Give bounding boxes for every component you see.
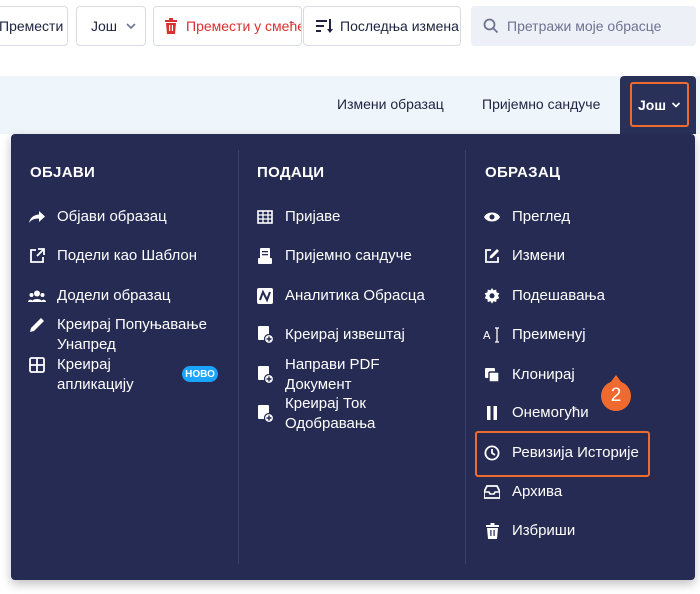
revision-history-highlight <box>475 431 650 477</box>
search-icon <box>483 18 499 34</box>
chevron-down-icon <box>671 101 681 108</box>
column-divider <box>238 150 239 564</box>
menu-item-settings[interactable]: Подешавања <box>482 286 605 306</box>
menu-item-share-template[interactable]: Подели као Шаблон <box>27 246 197 266</box>
menu-item-create-report[interactable]: Креирај извештај <box>255 325 405 345</box>
form-section-title: ОБРАЗАЦ <box>485 164 561 181</box>
pdf-add-icon <box>255 365 275 385</box>
search-placeholder: Претражи моје обрасце <box>507 18 662 34</box>
more-menu-label: Још <box>637 96 666 113</box>
edit-icon <box>482 246 502 266</box>
gear-icon <box>482 286 502 306</box>
menu-item-preview[interactable]: Преглед <box>482 207 570 227</box>
menu-item-rename[interactable]: A Преименуј <box>482 325 586 345</box>
toolbar: Премести у Још Премести у смеће Последња… <box>0 0 700 56</box>
page: Премести у Још Премести у смеће Последња… <box>0 0 700 594</box>
inbox-tray-icon <box>255 246 275 266</box>
menu-item-inbox[interactable]: Пријемно сандуче <box>255 246 412 266</box>
search-input[interactable]: Претражи моје обрасце <box>471 6 696 46</box>
sort-last-edit-button[interactable]: Последња измена <box>303 6 461 46</box>
approval-flow-icon <box>255 404 275 424</box>
menu-item-archive[interactable]: Архива <box>482 482 562 502</box>
menu-item-create-app[interactable]: Креирај апликацију <box>27 355 177 395</box>
svg-text:A: A <box>483 329 491 342</box>
menu-item-create-prefill[interactable]: Креирај Попуњавање Унапред <box>27 315 227 355</box>
move-to-trash-button[interactable]: Премести у смеће <box>153 6 302 46</box>
sort-last-edit-label: Последња измена <box>340 18 459 34</box>
report-add-icon <box>255 325 275 345</box>
analytics-icon <box>255 286 275 306</box>
new-badge: НОВО <box>182 366 218 382</box>
menu-item-form-analytics[interactable]: Аналитика Обрасца <box>255 286 425 306</box>
menu-item-create-approval-flow[interactable]: Креирај Ток Одобравања <box>255 394 405 434</box>
data-section-title: ПОДАЦИ <box>257 164 325 181</box>
menu-item-submissions[interactable]: Пријаве <box>255 207 340 227</box>
menu-item-disable[interactable]: Онемогући <box>482 403 589 423</box>
menu-item-delete[interactable]: Избриши <box>482 521 575 541</box>
move-to-trash-label: Премести у смеће <box>186 18 302 34</box>
clone-icon <box>482 365 502 385</box>
more-menu-button[interactable]: Још <box>630 82 689 127</box>
assign-users-icon <box>27 286 47 306</box>
move-to-label: Премести у <box>0 18 68 34</box>
column-divider <box>465 150 466 564</box>
share-template-icon <box>27 246 47 266</box>
menu-item-publish-form[interactable]: Објави образац <box>27 207 167 227</box>
step-marker-2: 2 <box>601 375 631 411</box>
move-to-button[interactable]: Премести у <box>0 6 68 46</box>
more-label: Још <box>91 18 118 34</box>
table-icon <box>255 207 275 227</box>
publish-section-title: ОБЈАВИ <box>30 164 96 181</box>
pencil-icon <box>27 315 47 335</box>
trash-icon <box>482 521 502 541</box>
eye-icon <box>482 207 502 227</box>
archive-icon <box>482 482 502 502</box>
edit-form-link[interactable]: Измени образац <box>337 96 444 112</box>
inbox-link[interactable]: Пријемно сандуче <box>482 96 600 112</box>
menu-item-create-pdf[interactable]: Направи PDF Документ <box>255 355 405 395</box>
trash-icon <box>165 18 177 34</box>
menu-item-edit[interactable]: Измени <box>482 246 565 266</box>
pause-icon <box>482 403 502 423</box>
app-grid-icon <box>27 355 47 375</box>
menu-item-assign-form[interactable]: Додели образац <box>27 286 171 306</box>
more-dropdown-button[interactable]: Још <box>76 6 146 46</box>
sort-icon <box>316 19 333 33</box>
rename-icon: A <box>482 325 502 345</box>
share-arrow-icon <box>27 207 47 227</box>
chevron-down-icon <box>126 23 136 30</box>
menu-item-clone[interactable]: Клонирај <box>482 365 575 385</box>
